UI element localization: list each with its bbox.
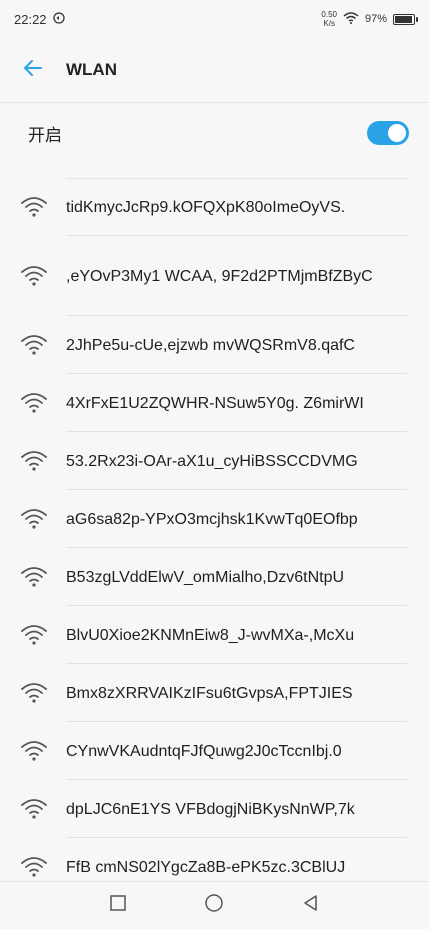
switch-knob: [388, 124, 406, 142]
wifi-icon: [20, 682, 48, 704]
wifi-icon: [20, 392, 48, 414]
network-ssid: aG6sa82p-YPxO3mcjhsk1KvwTq0EOfbp: [66, 510, 358, 528]
wifi-icon: [20, 856, 48, 878]
network-row[interactable]: ,eYOvP3My1 WCAA, 9F2d2PTMjmBfZByC: [0, 236, 429, 316]
network-ssid: BlvU0Xioe2KNMnEiw8_J-wvMXa-,McXu: [66, 626, 355, 644]
speed-value: 0.50: [321, 10, 337, 19]
wlan-toggle-label: 开启: [28, 125, 62, 145]
status-left: 22:22: [14, 12, 65, 27]
network-row[interactable]: 53.2Rx23i-OAr-aX1u_cyHiBSSCCDVMG: [0, 432, 429, 490]
network-row[interactable]: B53zgLVddElwV_omMialho,Dzv6tNtpU: [0, 548, 429, 606]
network-ssid: CYnwVKAudntqFJfQuwg2J0cTccnIbj.0: [66, 742, 342, 760]
network-row[interactable]: CYnwVKAudntqFJfQuwg2J0cTccnIbj.0: [0, 722, 429, 780]
wifi-icon: [20, 450, 48, 472]
network-row[interactable]: tidKmycJcRp9.kOFQXpK80oImeOyVS.: [0, 178, 429, 236]
arrow-left-icon: [21, 56, 45, 85]
wifi-icon: [20, 624, 48, 646]
navigation-bar: [0, 881, 429, 929]
network-row[interactable]: BlvU0Xioe2KNMnEiw8_J-wvMXa-,McXu: [0, 606, 429, 664]
wifi-icon: [20, 196, 48, 218]
status-time: 22:22: [14, 11, 47, 27]
back-nav-button[interactable]: [293, 888, 329, 924]
circle-icon: [204, 893, 224, 918]
network-row[interactable]: 2JhPe5u-cUe,ejzwb mvWQSRmV8.qafC: [0, 316, 429, 374]
network-row[interactable]: 4XrFxE1U2ZQWHR-NSuw5Y0g. Z6mirWI: [0, 374, 429, 432]
wifi-icon: [20, 265, 48, 287]
battery-icon: [393, 13, 418, 25]
network-speed: 0.50 K/s: [321, 10, 337, 28]
network-ssid: ,eYOvP3My1 WCAA, 9F2d2PTMjmBfZByC: [66, 267, 373, 285]
wifi-icon: [20, 798, 48, 820]
network-ssid: Bmx8zXRRVAIKzIFsu6tGvpsA,FPTJIES: [66, 684, 353, 702]
wifi-icon: [20, 566, 48, 588]
battery-fill: [395, 15, 413, 23]
network-ssid: FfB cmNS02lYgcZa8B-ePK5zc.3CBlUJ: [66, 858, 346, 876]
home-button[interactable]: [196, 888, 232, 924]
back-button[interactable]: [18, 55, 48, 85]
network-ssid: B53zgLVddElwV_omMialho,Dzv6tNtpU: [66, 568, 345, 586]
recents-button[interactable]: [100, 888, 136, 924]
page-title: WLAN: [66, 60, 117, 79]
wifi-icon: [20, 508, 48, 530]
wifi-icon: [20, 740, 48, 762]
network-ssid: 2JhPe5u-cUe,ejzwb mvWQSRmV8.qafC: [66, 336, 355, 354]
wlan-toggle-row: 开启: [0, 103, 429, 163]
app-header: WLAN: [0, 38, 429, 102]
battery-text: 97%: [364, 13, 387, 25]
network-ssid: 4XrFxE1U2ZQWHR-NSuw5Y0g. Z6mirWI: [66, 394, 364, 412]
speed-unit: K/s: [323, 19, 335, 28]
network-row[interactable]: aG6sa82p-YPxO3mcjhsk1KvwTq0EOfbp: [0, 490, 429, 548]
sync-icon: [52, 11, 65, 27]
network-row[interactable]: Bmx8zXRRVAIKzIFsu6tGvpsA,FPTJIES: [0, 664, 429, 722]
triangle-back-icon: [302, 894, 320, 917]
wifi-icon: [20, 334, 48, 356]
status-right: 0.50 K/s 97%: [321, 10, 418, 28]
network-row[interactable]: dpLJC6nE1YS VFBdogjNiBKysNnWP,7k: [0, 780, 429, 838]
network-ssid: 53.2Rx23i-OAr-aX1u_cyHiBSSCCDVMG: [66, 452, 358, 470]
square-icon: [110, 895, 126, 916]
network-ssid: dpLJC6nE1YS VFBdogjNiBKysNnWP,7k: [66, 800, 355, 818]
network-ssid: tidKmycJcRp9.kOFQXpK80oImeOyVS.: [66, 198, 346, 216]
wifi-status-icon: [343, 11, 359, 27]
wlan-toggle-switch[interactable]: [367, 121, 409, 145]
status-bar: 22:22 0.50 K/s 97%: [0, 0, 429, 38]
network-list: tidKmycJcRp9.kOFQXpK80oImeOyVS. ,eYOvP3My…: [0, 178, 429, 896]
